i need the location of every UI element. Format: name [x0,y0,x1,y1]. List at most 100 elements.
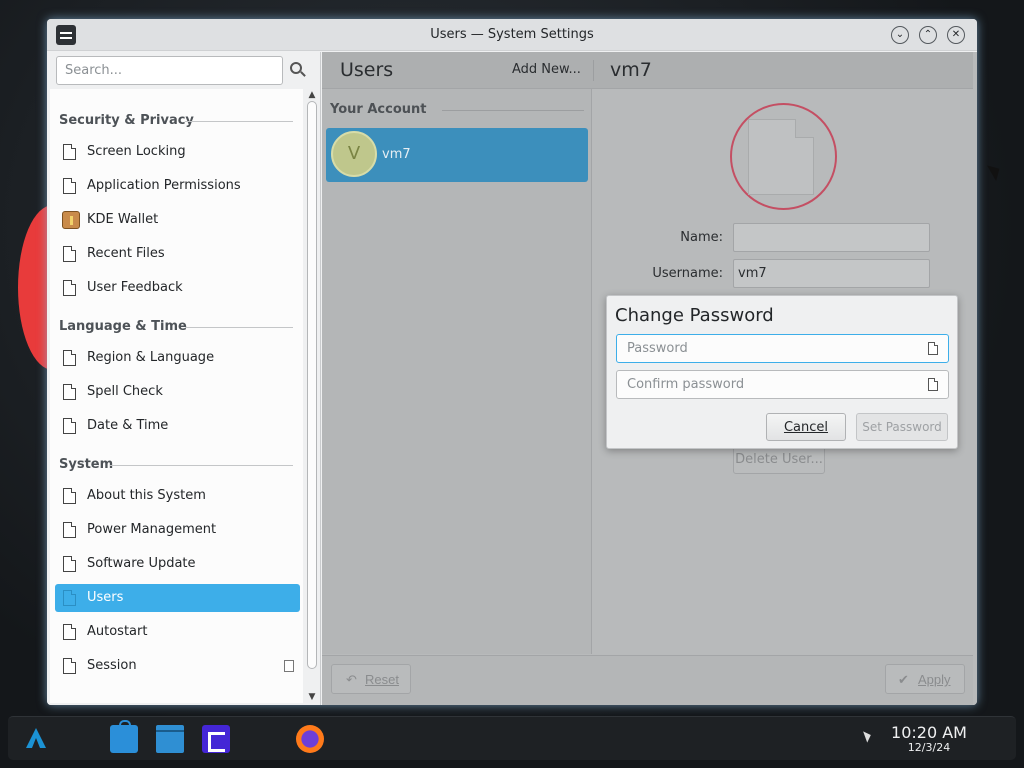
sidebar-item-label: Session [87,658,137,673]
username-label: Username: [652,266,723,281]
sidebar-item-label: Power Management [87,522,217,537]
username-field[interactable] [733,259,930,288]
add-new-user-button[interactable]: Add New... [512,62,581,77]
settings-category-list: Security & Privacy Screen Locking Applic… [50,89,303,703]
sidebar-item-recent-files[interactable]: Recent Files [55,240,300,268]
sidebar-item-autostart[interactable]: Autostart [55,618,300,646]
sidebar-item-screen-locking[interactable]: Screen Locking [55,138,300,166]
section-divider [442,110,584,111]
name-field[interactable] [733,223,930,252]
document-icon [63,658,76,674]
sidebar-item-label: Recent Files [87,246,165,261]
search-icon[interactable] [290,62,302,74]
sidebar-item-session[interactable]: Session [55,652,300,680]
user-list-item-name: vm7 [382,147,411,162]
close-button[interactable]: ✕ [947,26,965,44]
sidebar: Security & Privacy Screen Locking Applic… [47,52,321,705]
scroll-up-icon[interactable]: ▲ [305,89,319,101]
document-icon [63,246,76,262]
reset-button-label: Reset [365,672,399,687]
sidebar-item-about-system[interactable]: About this System [55,482,300,510]
sidebar-item-label: Spell Check [87,384,163,399]
sidebar-item-user-feedback[interactable]: User Feedback [55,274,300,302]
sidebar-item-power-management[interactable]: Power Management [55,516,300,544]
confirm-password-field[interactable] [616,370,949,399]
show-password-icon[interactable] [928,378,938,391]
document-icon [284,660,294,672]
file-manager-icon[interactable] [156,725,184,753]
wallet-icon [62,211,80,229]
pointer-icon [863,729,873,743]
maximize-button[interactable]: ⌃ [919,26,937,44]
user-list-item[interactable]: V vm7 [326,128,588,182]
clock-date[interactable]: 12/3/24 [886,741,972,754]
scrollbar-thumb[interactable] [307,101,317,669]
undo-icon: ↶ [346,672,357,687]
category-divider [185,327,293,328]
show-password-icon[interactable] [928,342,938,355]
minimize-button[interactable]: ⌄ [891,26,909,44]
sidebar-item-spell-check[interactable]: Spell Check [55,378,300,406]
clock-time[interactable]: 10:20 AM [886,723,972,742]
titlebar: Users — System Settings ⌄ ⌃ ✕ [47,19,977,51]
window-title: Users — System Settings [430,27,594,42]
sidebar-item-application-permissions[interactable]: Application Permissions [55,172,300,200]
page-footer: ↶ Reset ✔ Apply [322,655,973,705]
pinned-app-icon[interactable] [202,725,230,753]
change-password-dialog: Change Password Cancel Set Password [606,295,958,449]
page-title: Users [340,59,394,81]
delete-user-button[interactable]: Delete User... [733,446,825,474]
sidebar-item-label: Screen Locking [87,144,186,159]
software-store-icon[interactable] [110,720,138,753]
taskbar: 10:20 AM 12/3/24 [8,716,1016,760]
set-password-button[interactable]: Set Password [856,413,948,441]
app-launcher-icon[interactable] [22,725,50,753]
sidebar-item-kde-wallet[interactable]: KDE Wallet [55,206,300,234]
sidebar-item-label: User Feedback [87,280,183,295]
sidebar-item-region-language[interactable]: Region & Language [55,344,300,372]
sidebar-scrollbar[interactable]: ▲ ▼ [305,89,319,703]
reset-button[interactable]: ↶ Reset [331,664,411,694]
avatar-placeholder-icon [748,119,814,195]
apply-button-label: Apply [918,672,951,687]
header-divider [593,60,594,81]
document-icon [63,556,76,572]
sidebar-item-software-update[interactable]: Software Update [55,550,300,578]
document-icon [63,418,76,434]
category-language-time: Language & Time [59,319,187,334]
user-list-panel: Your Account V vm7 [322,89,592,654]
page-header: Users Add New... vm7 [322,52,973,89]
document-icon [63,384,76,400]
search-input[interactable] [56,56,283,85]
document-icon [63,144,76,160]
sidebar-item-label: About this System [87,488,206,503]
user-detail-title: vm7 [610,59,652,81]
category-security-privacy: Security & Privacy [59,113,194,128]
sidebar-item-label: Region & Language [87,350,215,365]
document-icon [63,522,76,538]
apply-button[interactable]: ✔ Apply [885,664,965,694]
sidebar-item-users[interactable]: Users [55,584,300,612]
document-icon [63,624,76,640]
cancel-button[interactable]: Cancel [766,413,846,441]
document-icon [63,488,76,504]
your-account-heading: Your Account [330,102,427,117]
firefox-icon[interactable] [296,725,324,753]
document-icon [63,280,76,296]
document-icon [63,178,76,194]
scroll-down-icon[interactable]: ▼ [305,691,319,703]
category-divider [185,121,293,122]
sidebar-item-label: Application Permissions [87,178,241,193]
sidebar-item-label: Date & Time [87,418,169,433]
sidebar-item-label: KDE Wallet [87,212,159,227]
dialog-title: Change Password [615,305,774,326]
name-label: Name: [680,230,723,245]
sidebar-item-label: Software Update [87,556,196,571]
category-divider [110,465,293,466]
avatar: V [331,131,377,177]
password-field[interactable] [616,334,949,363]
sidebar-item-date-time[interactable]: Date & Time [55,412,300,440]
document-icon [63,590,76,606]
sidebar-item-label: Autostart [87,624,148,639]
sidebar-item-label: Users [87,590,124,605]
